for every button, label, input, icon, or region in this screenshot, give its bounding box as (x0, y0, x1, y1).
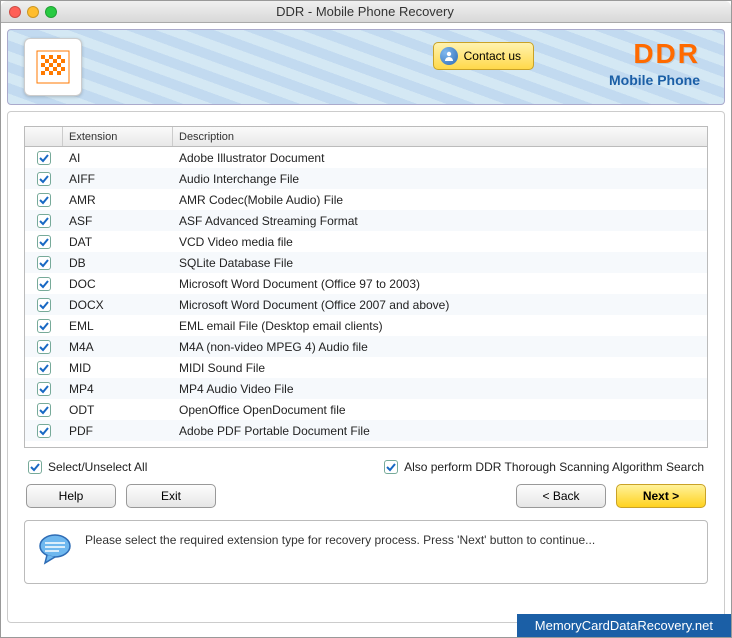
hint-box: Please select the required extension typ… (24, 520, 708, 584)
checkbox-icon[interactable] (37, 403, 51, 417)
checkbox-icon[interactable] (37, 193, 51, 207)
thorough-scan-option[interactable]: Also perform DDR Thorough Scanning Algor… (384, 460, 704, 474)
extension-cell: AI (63, 151, 173, 165)
speech-bubble-icon (37, 531, 73, 567)
table-header: Extension Description (25, 127, 707, 147)
description-cell: MIDI Sound File (173, 361, 707, 375)
checkbox-icon[interactable] (37, 319, 51, 333)
description-cell: OpenOffice OpenDocument file (173, 403, 707, 417)
extension-cell: MP4 (63, 382, 173, 396)
select-all-option[interactable]: Select/Unselect All (28, 460, 147, 474)
window-title: DDR - Mobile Phone Recovery (7, 4, 723, 19)
description-cell: VCD Video media file (173, 235, 707, 249)
description-cell: ASF Advanced Streaming Format (173, 214, 707, 228)
extension-cell: M4A (63, 340, 173, 354)
extension-cell: ASF (63, 214, 173, 228)
description-cell: Adobe Illustrator Document (173, 151, 707, 165)
table-row[interactable]: DATVCD Video media file (25, 231, 707, 252)
table-row[interactable]: AMRAMR Codec(Mobile Audio) File (25, 189, 707, 210)
description-cell: Microsoft Word Document (Office 2007 and… (173, 298, 707, 312)
table-row[interactable]: DOCXMicrosoft Word Document (Office 2007… (25, 294, 707, 315)
contact-label: Contact us (464, 49, 521, 63)
contact-us-button[interactable]: Contact us (433, 42, 534, 70)
table-row[interactable]: M4AM4A (non-video MPEG 4) Audio file (25, 336, 707, 357)
select-all-label: Select/Unselect All (48, 460, 147, 474)
thorough-label: Also perform DDR Thorough Scanning Algor… (404, 460, 704, 474)
titlebar: DDR - Mobile Phone Recovery (1, 1, 731, 23)
table-row[interactable]: ASFASF Advanced Streaming Format (25, 210, 707, 231)
extension-cell: PDF (63, 424, 173, 438)
description-cell: SQLite Database File (173, 256, 707, 270)
extension-cell: AMR (63, 193, 173, 207)
description-cell: MP4 Audio Video File (173, 382, 707, 396)
description-cell: AMR Codec(Mobile Audio) File (173, 193, 707, 207)
checkbox-icon (28, 460, 42, 474)
table-body: AIAdobe Illustrator DocumentAIFFAudio In… (25, 147, 707, 441)
extension-cell: DAT (63, 235, 173, 249)
brand-title: DDR (609, 38, 700, 70)
checkbox-icon[interactable] (37, 424, 51, 438)
checkbox-icon[interactable] (37, 361, 51, 375)
extension-cell: ODT (63, 403, 173, 417)
checkbox-icon[interactable] (37, 151, 51, 165)
brand-subtitle: Mobile Phone (609, 72, 700, 88)
checkbox-icon[interactable] (37, 214, 51, 228)
checkbox-icon[interactable] (37, 298, 51, 312)
hint-text: Please select the required extension typ… (85, 531, 595, 549)
options-row: Select/Unselect All Also perform DDR Tho… (24, 460, 708, 474)
description-cell: EML email File (Desktop email clients) (173, 319, 707, 333)
table-row[interactable]: AIAdobe Illustrator Document (25, 147, 707, 168)
logo-icon (33, 47, 73, 87)
checkbox-icon[interactable] (37, 382, 51, 396)
checkbox-icon[interactable] (37, 172, 51, 186)
checkbox-icon[interactable] (37, 235, 51, 249)
table-row[interactable]: MIDMIDI Sound File (25, 357, 707, 378)
description-cell: Microsoft Word Document (Office 97 to 20… (173, 277, 707, 291)
checkbox-icon[interactable] (37, 340, 51, 354)
checkbox-icon[interactable] (37, 256, 51, 270)
app-logo (24, 38, 82, 96)
extension-cell: DOC (63, 277, 173, 291)
app-window: DDR - Mobile Phone Recovery Contact us (0, 0, 732, 638)
extension-table: Extension Description AIAdobe Illustrato… (24, 126, 708, 448)
content-panel: Extension Description AIAdobe Illustrato… (7, 111, 725, 623)
table-row[interactable]: EMLEML email File (Desktop email clients… (25, 315, 707, 336)
back-button[interactable]: < Back (516, 484, 606, 508)
header-extension[interactable]: Extension (63, 127, 173, 146)
table-row[interactable]: DOCMicrosoft Word Document (Office 97 to… (25, 273, 707, 294)
extension-cell: AIFF (63, 172, 173, 186)
extension-cell: DB (63, 256, 173, 270)
table-row[interactable]: AIFFAudio Interchange File (25, 168, 707, 189)
extension-cell: EML (63, 319, 173, 333)
buttons-row: Help Exit < Back Next > (24, 484, 708, 508)
table-row[interactable]: PDFAdobe PDF Portable Document File (25, 420, 707, 441)
description-cell: M4A (non-video MPEG 4) Audio file (173, 340, 707, 354)
table-row[interactable]: MP4MP4 Audio Video File (25, 378, 707, 399)
extension-cell: MID (63, 361, 173, 375)
exit-button[interactable]: Exit (126, 484, 216, 508)
checkbox-icon[interactable] (37, 277, 51, 291)
checkbox-icon (384, 460, 398, 474)
description-cell: Adobe PDF Portable Document File (173, 424, 707, 438)
help-button[interactable]: Help (26, 484, 116, 508)
table-row[interactable]: DBSQLite Database File (25, 252, 707, 273)
brand: DDR Mobile Phone (609, 38, 700, 88)
header-description[interactable]: Description (173, 127, 707, 146)
footer-link[interactable]: MemoryCardDataRecovery.net (517, 614, 731, 637)
extension-cell: DOCX (63, 298, 173, 312)
person-icon (440, 47, 458, 65)
table-row[interactable]: ODTOpenOffice OpenDocument file (25, 399, 707, 420)
banner: Contact us DDR Mobile Phone (7, 29, 725, 105)
description-cell: Audio Interchange File (173, 172, 707, 186)
next-button[interactable]: Next > (616, 484, 706, 508)
